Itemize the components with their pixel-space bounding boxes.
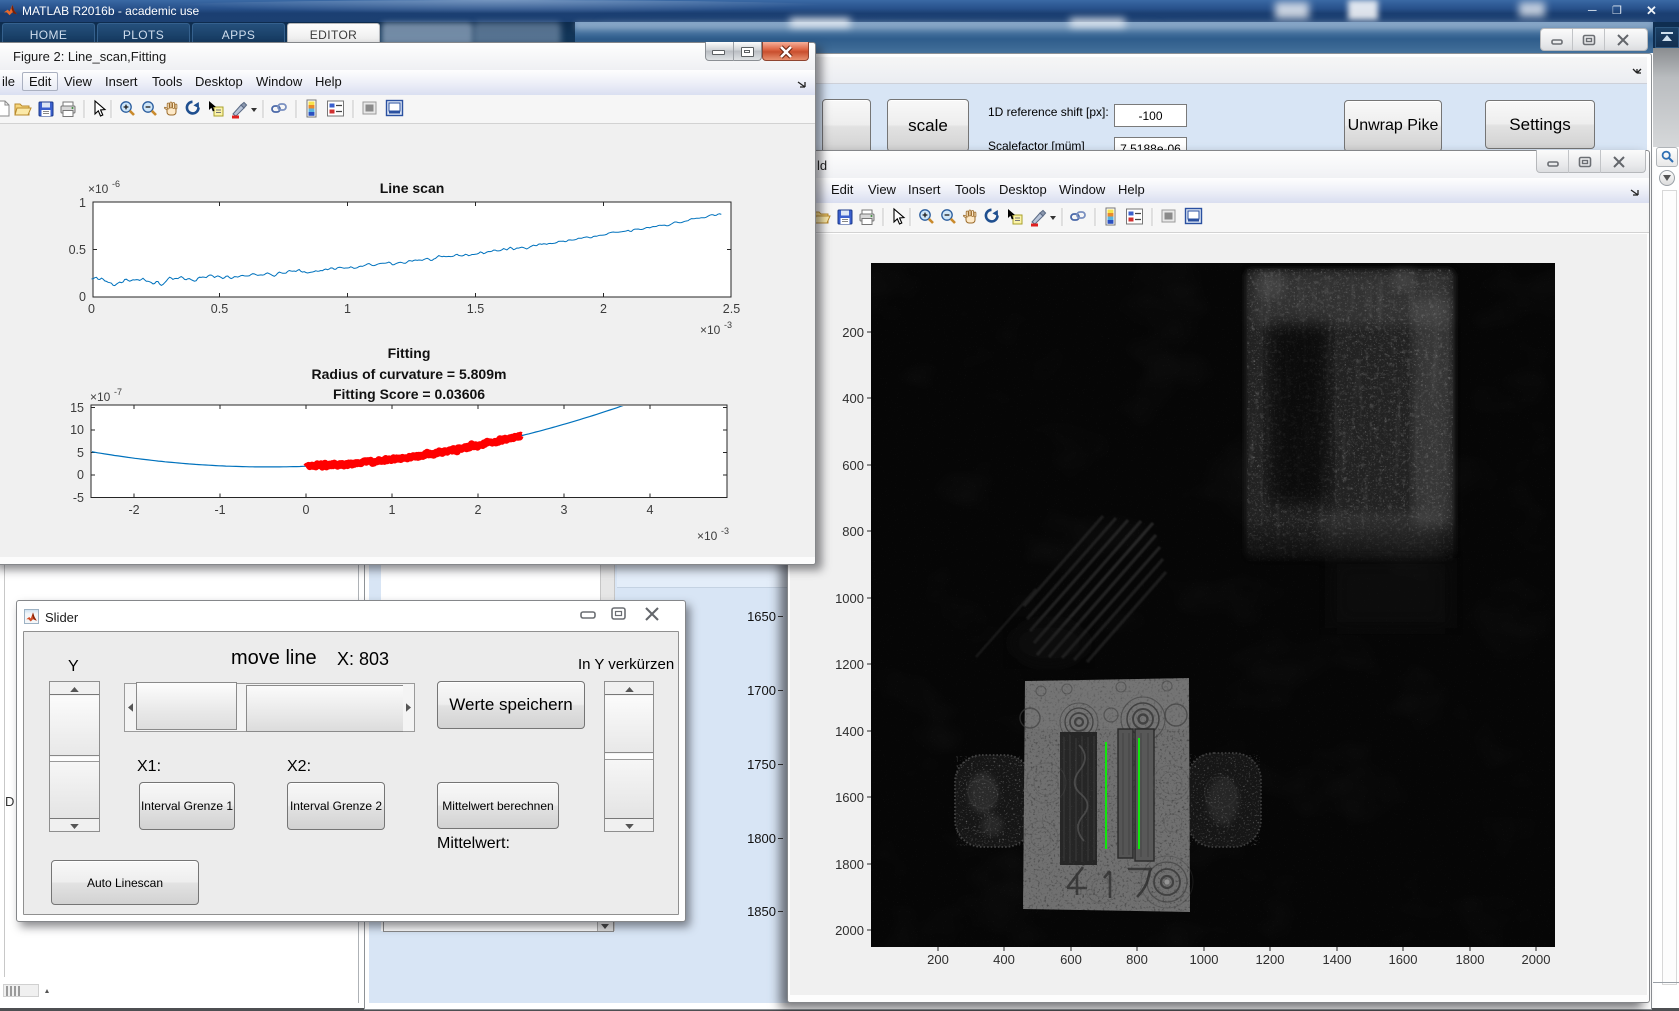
svg-text:×10: ×10 [700, 323, 721, 337]
svg-text:Line scan: Line scan [380, 180, 445, 196]
svg-text:800: 800 [1126, 952, 1148, 967]
svg-text:1400: 1400 [835, 724, 864, 739]
svg-text:-3: -3 [724, 320, 732, 330]
svg-text:×10: ×10 [90, 390, 111, 404]
svg-text:×10: ×10 [88, 182, 109, 196]
svg-text:2.5: 2.5 [723, 302, 740, 316]
svg-text:0.5: 0.5 [211, 302, 228, 316]
svg-text:-2: -2 [128, 503, 139, 517]
svg-text:600: 600 [1060, 952, 1082, 967]
svg-text:0: 0 [77, 468, 84, 482]
svg-text:1000: 1000 [835, 591, 864, 606]
svg-text:-5: -5 [73, 491, 84, 505]
svg-text:1: 1 [79, 196, 86, 210]
svg-text:×10: ×10 [697, 529, 718, 543]
svg-text:0: 0 [303, 503, 310, 517]
svg-text:0.5: 0.5 [69, 243, 86, 257]
svg-text:200: 200 [842, 325, 864, 340]
svg-text:1: 1 [389, 503, 396, 517]
svg-text:-3: -3 [721, 526, 729, 536]
svg-text:1: 1 [344, 302, 351, 316]
svg-text:1200: 1200 [1256, 952, 1285, 967]
svg-text:2000: 2000 [835, 923, 864, 938]
svg-text:5: 5 [77, 446, 84, 460]
svg-text:1800: 1800 [835, 857, 864, 872]
svg-text:0: 0 [88, 302, 95, 316]
svg-text:1800: 1800 [1456, 952, 1485, 967]
svg-text:800: 800 [842, 524, 864, 539]
svg-text:10: 10 [70, 423, 84, 437]
svg-text:1200: 1200 [835, 657, 864, 672]
svg-text:-1: -1 [214, 503, 225, 517]
svg-text:1600: 1600 [835, 790, 864, 805]
svg-text:Fitting: Fitting [388, 345, 431, 361]
svg-text:1600: 1600 [1389, 952, 1418, 967]
svg-text:4: 4 [647, 503, 654, 517]
svg-text:-7: -7 [114, 387, 122, 397]
svg-text:15: 15 [70, 401, 84, 415]
svg-text:0: 0 [79, 290, 86, 304]
svg-text:400: 400 [993, 952, 1015, 967]
svg-text:400: 400 [842, 391, 864, 406]
svg-text:1400: 1400 [1323, 952, 1352, 967]
svg-text:200: 200 [927, 952, 949, 967]
svg-text:600: 600 [842, 458, 864, 473]
svg-text:Fitting Score = 0.03606: Fitting Score = 0.03606 [333, 386, 485, 402]
svg-text:1000: 1000 [1190, 952, 1219, 967]
svg-text:2: 2 [600, 302, 607, 316]
svg-text:1.5: 1.5 [467, 302, 484, 316]
svg-text:-6: -6 [112, 179, 120, 189]
svg-text:2: 2 [475, 503, 482, 517]
svg-text:Radius of curvature = 5.809m: Radius of curvature = 5.809m [312, 366, 507, 382]
svg-text:3: 3 [561, 503, 568, 517]
svg-text:2000: 2000 [1522, 952, 1551, 967]
